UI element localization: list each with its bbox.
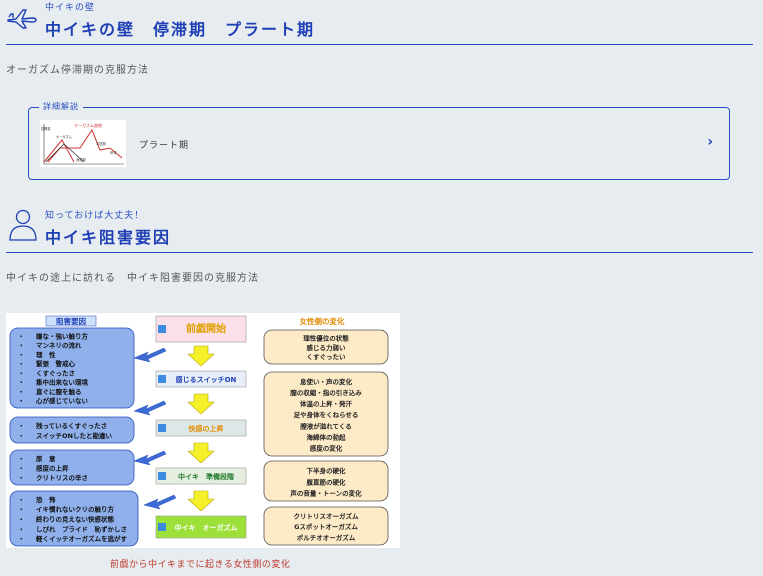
card-legend: 詳細解説 — [39, 101, 83, 112]
bullet: ・ — [18, 525, 25, 533]
bullet: ・ — [18, 455, 25, 463]
bullet: ・ — [18, 506, 25, 514]
section-lead: オーガズム停滞期の克服方法 — [6, 65, 149, 76]
step-marker — [158, 523, 166, 531]
bullet: ・ — [18, 332, 25, 340]
obstacle-diagram: 阻害要因 女性側の変化・嫌な・強い触り方・マンネリの流れ・理 性・緊張 警戒心・く… — [6, 313, 400, 548]
change-item: ポルチオオーガズム — [297, 533, 356, 542]
bullet: ・ — [18, 515, 25, 523]
divider — [6, 252, 753, 253]
bullet: ・ — [18, 351, 25, 359]
obstacle-item: 直ぐに膣を触る — [36, 387, 82, 396]
obstacle-item: クリトリスの辛さ — [36, 473, 88, 482]
change-item: くすぐったい — [307, 353, 347, 361]
blue-arrow — [133, 347, 167, 363]
change-item: 膣の収縮・指の引き込み — [289, 388, 362, 397]
detail-card[interactable]: 詳細解説 オーガズム曲線 性興奮 オーガズム 平坦期 停滞 消退期 プラート期 … — [28, 101, 730, 180]
yellow-arrow — [187, 393, 215, 415]
thumb-label: 停滞 — [110, 150, 117, 155]
obstacle-item: イキ慣れないクリの触り方 — [36, 505, 115, 514]
bullet: ・ — [18, 360, 25, 368]
bullet: ・ — [18, 369, 25, 377]
obstacle-item: 緊張 警戒心 — [36, 359, 76, 368]
obstacle-item: 軽くイッテオーガズムを逃がす — [36, 534, 128, 543]
change-item: 海綿体の勃起 — [307, 433, 347, 442]
yellow-arrow — [187, 442, 215, 464]
diagram-svg: 阻害要因 女性側の変化・ 嫌な・強い触り方・ マンネリの流れ・理 性・ 緊張 警戒心・く… — [9, 315, 389, 547]
obstacle-item: 集中出来ない環境 — [35, 378, 89, 387]
right-header: 女性側の変化 — [300, 316, 345, 326]
step-marker — [158, 424, 166, 432]
step-label: 前戯開始 — [186, 322, 226, 335]
change-item: 膣液が溢れてくる — [299, 421, 351, 430]
user-icon — [9, 209, 37, 241]
section-title: 中イキの壁 停滞期 プラート期 — [45, 20, 316, 39]
section-subtitle: 中イキの壁 — [45, 3, 96, 13]
obstacle-item: 嫌な・強い触り方 — [35, 331, 89, 340]
change-item: クリトリスオーガズム — [294, 511, 360, 520]
change-item: 感度の変化 — [310, 444, 343, 453]
step-label: 中イキ 準備段階 — [178, 472, 234, 481]
thumb-label: 平坦期 — [96, 141, 106, 146]
bullet: ・ — [18, 535, 25, 543]
obstacle-item: 尿 意 — [36, 454, 56, 463]
bullet: ・ — [18, 379, 25, 387]
bullet: ・ — [18, 422, 25, 430]
change-item: 腹直筋の硬化 — [306, 477, 347, 486]
section-subtitle: 知っておけば大丈夫！ — [45, 211, 145, 221]
thumb-title: オーガズム曲線 — [74, 122, 102, 128]
bullet: ・ — [18, 397, 25, 405]
diagram-caption: 前戯から中イキまでに起きる女性側の変化 — [110, 560, 291, 570]
bullet: ・ — [18, 464, 25, 472]
change-item: 足や身体をくねらせる — [294, 410, 359, 419]
obstacle-item: しびれ プライド 恥ずかしさ — [36, 524, 127, 533]
step-label: 中イキ オーガズム — [175, 523, 238, 532]
yellow-arrow — [187, 345, 215, 367]
step-marker — [158, 375, 166, 383]
obstacle-item: 恐 怖 — [36, 495, 56, 504]
bullet: ・ — [18, 342, 25, 350]
obstacle-item: スイッチONしたと勘違い — [36, 431, 112, 440]
step-label: 快感の上昇 — [189, 424, 224, 433]
section-lead: 中イキの途上に訪れる 中イキ阻害要因の克服方法 — [6, 273, 259, 284]
step-label: 感じるスイッチON — [176, 375, 237, 384]
card-text: プラート期 — [139, 141, 190, 151]
obstacle-item: 残っているくすぐったさ — [36, 421, 107, 430]
bullet: ・ — [18, 432, 25, 440]
bullet: ・ — [18, 474, 25, 482]
obstacle-item: 理 性 — [36, 350, 56, 359]
orgasm-curve-thumbnail: オーガズム曲線 性興奮 オーガズム 平坦期 停滞 消退期 — [40, 120, 126, 167]
change-item: 感じる力弱い — [307, 343, 347, 352]
blue-arrow — [143, 494, 177, 510]
section-title: 中イキ阻害要因 — [45, 228, 172, 247]
change-item: 息使い・声の変化 — [300, 377, 353, 386]
blue-arrow — [133, 400, 167, 416]
left-header: 阻害要因 — [56, 316, 86, 326]
thumb-label: 性興奮 — [41, 126, 51, 131]
yellow-arrow — [187, 490, 215, 512]
step-marker — [158, 472, 166, 480]
thumb-label: オーガズム — [56, 134, 72, 139]
change-item: 下半身の硬化 — [307, 466, 347, 475]
obstacle-item: くすぐったさ — [36, 369, 75, 377]
blue-arrow — [133, 450, 167, 466]
obstacle-item: マンネリの流れ — [36, 341, 82, 350]
change-item: 体温の上昇・発汗 — [300, 399, 353, 408]
obstacle-item: 心が感じていない — [36, 396, 89, 405]
change-item: 声の音量・トーンの変化 — [290, 489, 362, 498]
airplane-icon — [7, 9, 37, 29]
change-item: 理性優位の状態 — [303, 334, 349, 343]
change-item: Gスポットオーガズム — [294, 522, 358, 531]
chevron-right-icon[interactable]: › — [707, 134, 713, 150]
divider — [6, 44, 753, 45]
step-marker — [158, 325, 166, 333]
obstacle-item: 感度の上昇 — [36, 463, 69, 472]
bullet: ・ — [18, 496, 25, 504]
thumb-label: 消退期 — [76, 157, 86, 162]
bullet: ・ — [18, 388, 25, 396]
obstacle-item: 終わりの見えない快感状態 — [36, 514, 115, 523]
